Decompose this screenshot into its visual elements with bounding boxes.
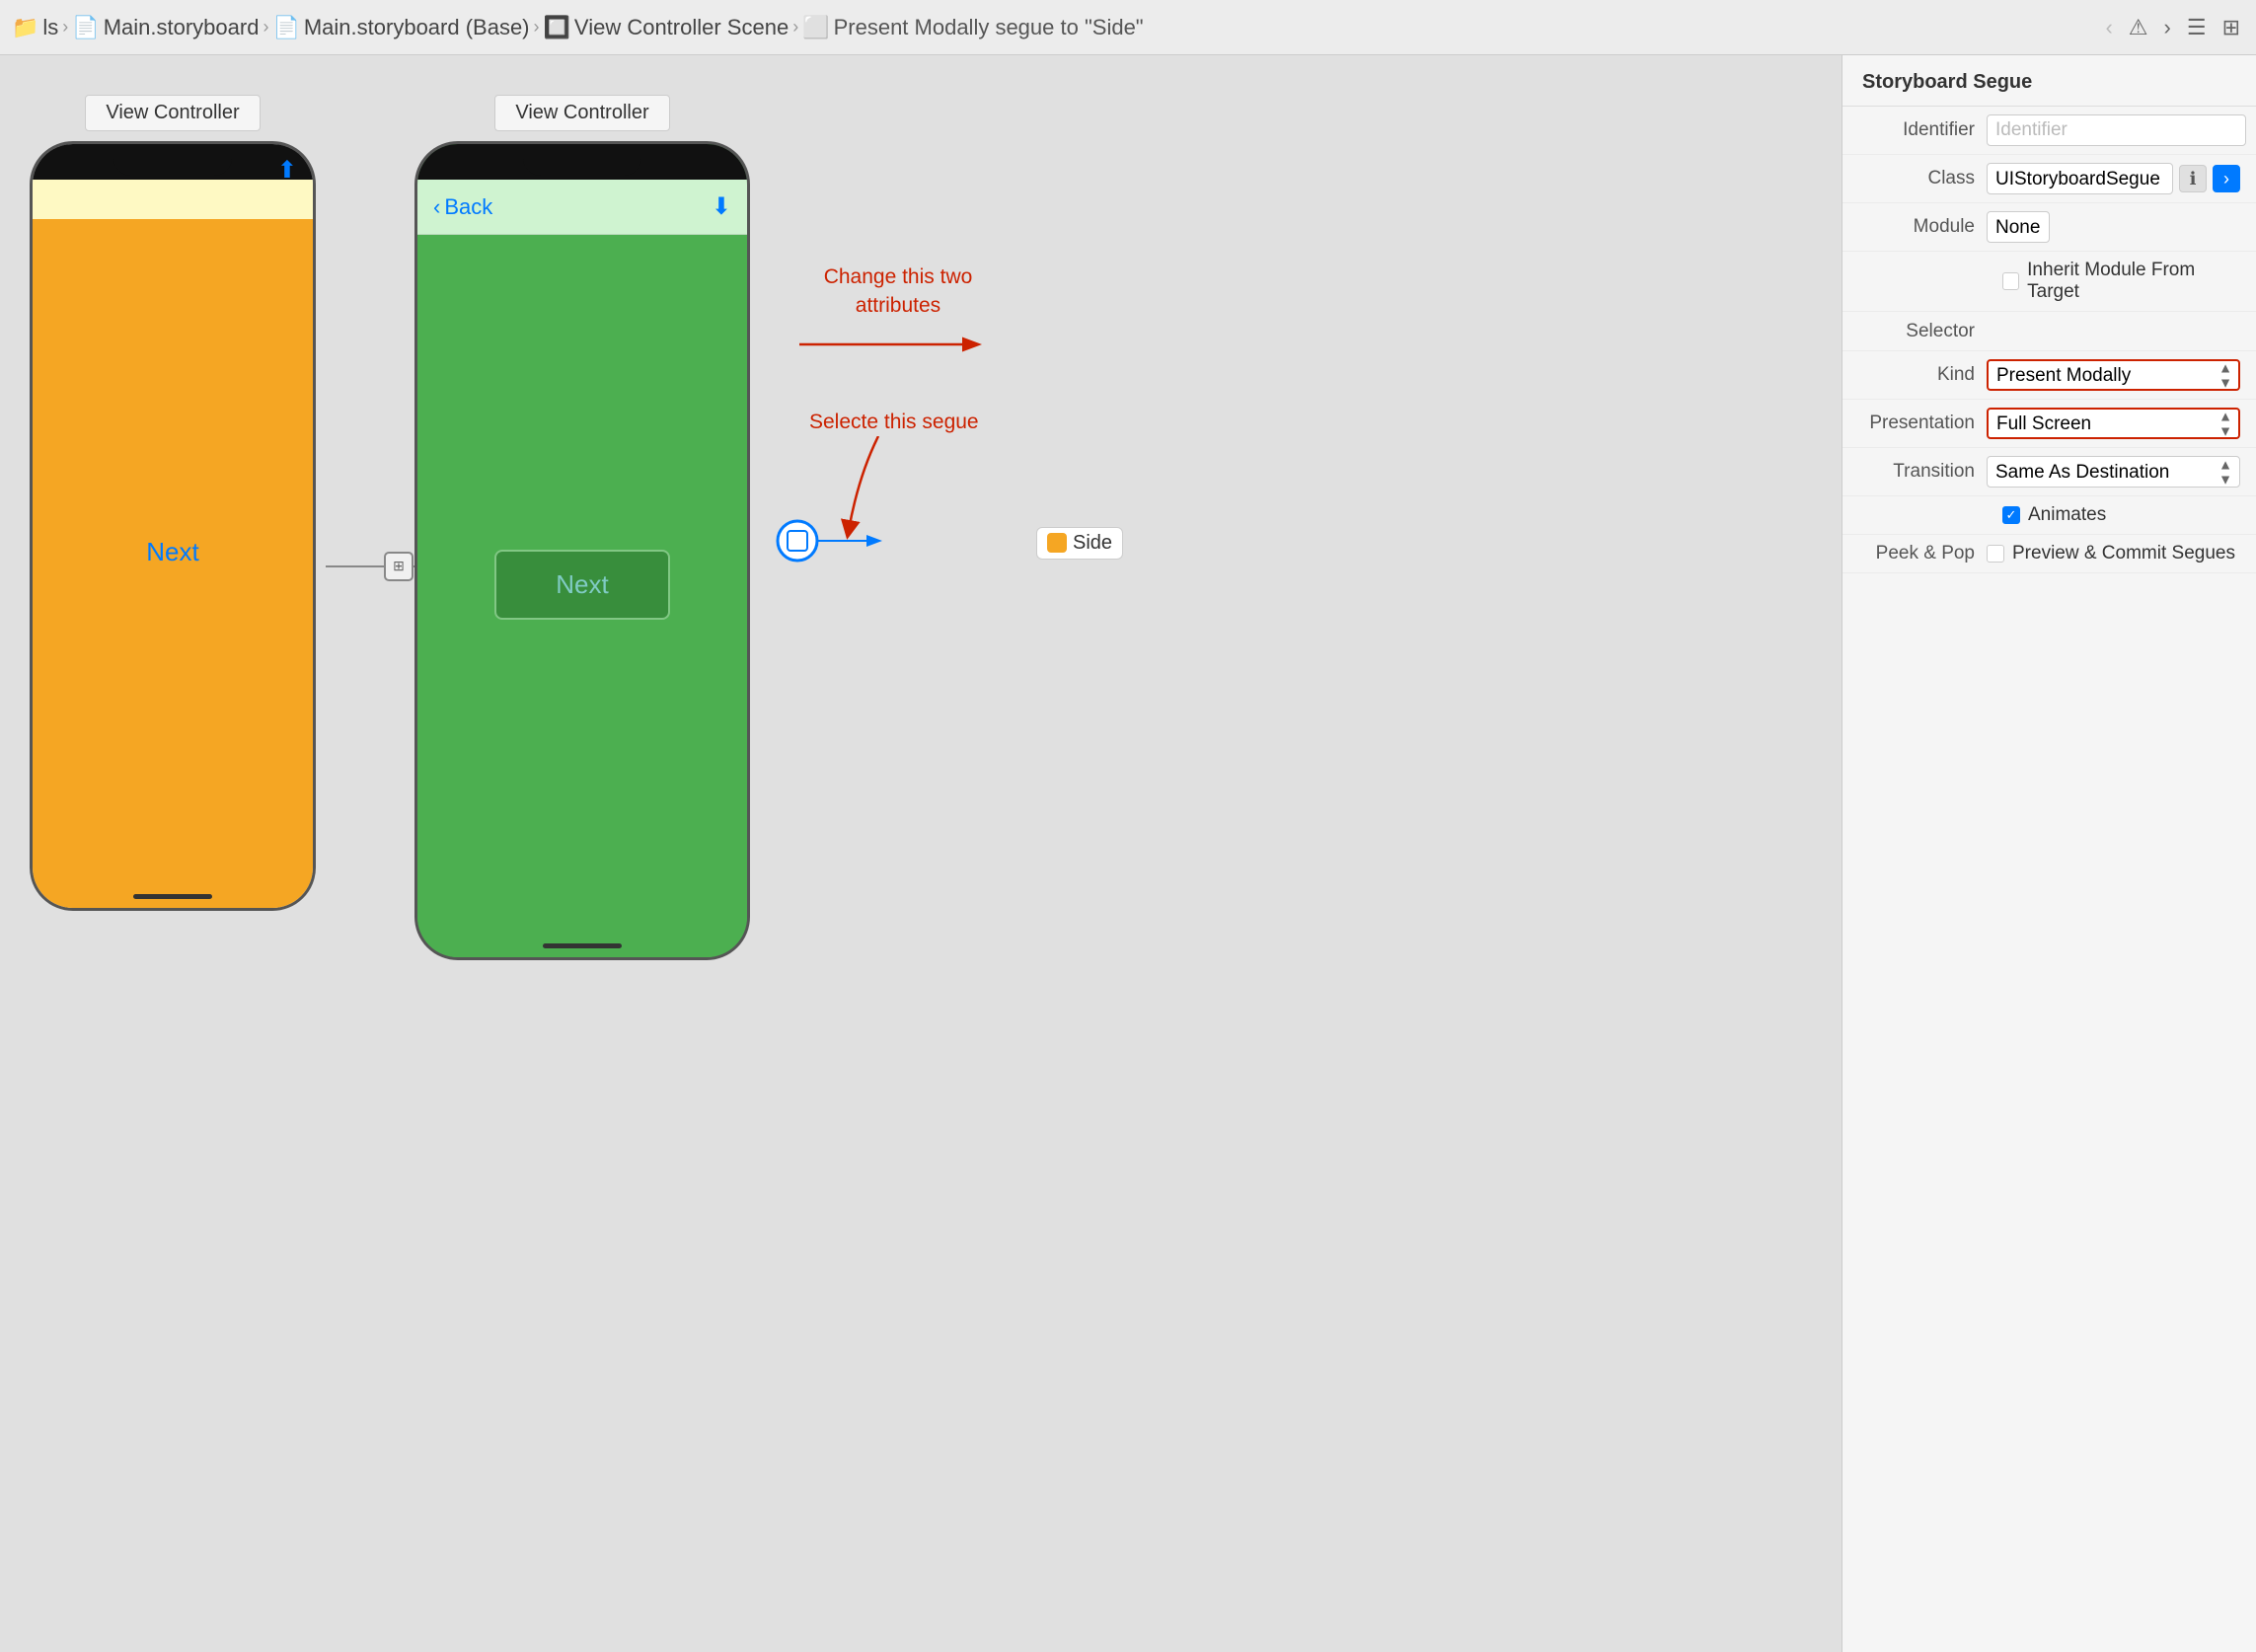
annotation-change-text: Change this twoattributes — [799, 263, 997, 321]
vc2-download-icon[interactable]: ⬇ — [712, 192, 731, 221]
vc1-nav-area: ⬆ — [33, 180, 313, 219]
transition-select[interactable]: Same As Destination — [1987, 456, 2240, 488]
class-arrow-button[interactable]: › — [2213, 165, 2240, 192]
breadcrumb-main-storyboard[interactable]: 📄 Main.storyboard — [72, 15, 259, 40]
vc1-label: View Controller — [85, 95, 260, 131]
back-nav-button[interactable]: ‹ — [2101, 11, 2116, 44]
canvas-area: View Controller ⬆ Next — [0, 55, 1842, 1652]
right-panel: Storyboard Segue Identifier Class UIStor… — [1842, 55, 2256, 1652]
presentation-row: Presentation Full Screen ▲ ▼ — [1842, 400, 2256, 448]
peek-pop-label: Peek & Pop — [1858, 543, 1987, 564]
vc2-notch — [523, 148, 641, 176]
vc2-back-button[interactable]: ‹ Back — [433, 194, 492, 220]
canvas-inner: View Controller ⬆ Next — [0, 55, 1842, 1652]
top-bar: 📁 ls › 📄 Main.storyboard › 📄 Main.storyb… — [0, 0, 2256, 55]
annotation-select: Selecte this segue — [809, 411, 979, 545]
side-badge: Side — [1036, 527, 1123, 560]
vc1-body: ⬆ Next — [33, 180, 313, 884]
top-bar-actions: ‹ ⚠ › ☰ ⊞ — [2101, 11, 2244, 44]
vc2-content: Next — [417, 235, 747, 934]
vc2-label: View Controller — [494, 95, 669, 131]
animates-row: Animates — [1842, 496, 2256, 535]
kind-row: Kind Present Modally ▲ ▼ — [1842, 351, 2256, 400]
breadcrumb-segue[interactable]: ⬜ Present Modally segue to "Side" — [802, 15, 1143, 40]
peek-pop-text: Preview & Commit Segues — [2012, 543, 2235, 564]
right-panel-title: Storyboard Segue — [1842, 55, 2256, 107]
vc1-home-line — [133, 894, 212, 899]
peek-pop-checkbox[interactable] — [1987, 545, 2004, 563]
identifier-row: Identifier — [1842, 107, 2256, 155]
class-select[interactable]: UIStoryboardSegue — [1987, 163, 2173, 194]
module-label: Module — [1858, 216, 1987, 238]
identifier-label: Identifier — [1858, 119, 1987, 141]
module-select[interactable]: None — [1987, 211, 2050, 243]
transition-row: Transition Same As Destination ▲ ▼ — [1842, 448, 2256, 496]
storyboard-base-icon: 📄 — [272, 15, 299, 40]
animates-check-area: Animates — [2002, 504, 2106, 526]
breadcrumb-ls[interactable]: 📁 ls — [12, 15, 58, 40]
selector-label: Selector — [1858, 321, 1987, 342]
vc2-mockup: ‹ Back ⬇ Next — [414, 141, 750, 960]
inherit-module-check-area: Inherit Module From Target — [2002, 260, 2240, 303]
module-select-wrap: None — [1987, 211, 2240, 243]
segue-icon-crumb: ⬜ — [802, 15, 829, 40]
side-badge-icon — [1047, 533, 1067, 553]
vc1-share-icon[interactable]: ⬆ — [277, 156, 297, 185]
vc1-mockup: ⬆ Next — [30, 141, 316, 911]
selector-row: Selector — [1842, 312, 2256, 351]
inherit-module-text: Inherit Module From Target — [2027, 260, 2240, 303]
animates-text: Animates — [2028, 504, 2106, 526]
breadcrumb-main-storyboard-base[interactable]: 📄 Main.storyboard (Base) — [272, 15, 529, 40]
vc2-home-bar — [417, 934, 747, 957]
peek-pop-row: Peek & Pop Preview & Commit Segues — [1842, 535, 2256, 573]
vc1-panel: View Controller ⬆ Next — [30, 95, 316, 911]
vc2-next-button[interactable]: Next — [494, 550, 669, 620]
identifier-input[interactable] — [1987, 114, 2246, 146]
chevron-left-icon: ‹ — [433, 194, 440, 220]
expand-button[interactable]: ⊞ — [2218, 11, 2244, 44]
annotation-change: Change this twoattributes — [799, 263, 997, 364]
vc2-body: ‹ Back ⬇ Next — [417, 180, 747, 934]
module-row: Module None — [1842, 203, 2256, 252]
forward-nav-button[interactable]: › — [2160, 11, 2175, 44]
folder-icon: 📁 — [12, 15, 38, 40]
presentation-label: Presentation — [1858, 413, 1987, 434]
class-row: Class UIStoryboardSegue ℹ › — [1842, 155, 2256, 203]
main-layout: View Controller ⬆ Next — [0, 55, 2256, 1652]
vc1-next-label: Next — [146, 537, 198, 567]
annotation-select-arrow-svg — [839, 436, 918, 545]
vc1-notch-bar — [33, 144, 313, 180]
kind-select-wrap: Present Modally ▲ ▼ — [1987, 359, 2240, 391]
vc2-notch-bar — [417, 144, 747, 180]
storyboard-icon: 📄 — [72, 15, 99, 40]
presentation-select[interactable]: Full Screen — [1987, 408, 2240, 439]
inherit-module-checkbox[interactable] — [2002, 272, 2019, 290]
inherit-module-row: Inherit Module From Target — [1842, 252, 2256, 312]
transition-label: Transition — [1858, 461, 1987, 483]
scene-icon: 🔲 — [544, 15, 570, 40]
svg-text:⊞: ⊞ — [393, 558, 405, 573]
peek-pop-content: Preview & Commit Segues — [1987, 543, 2235, 564]
transition-select-wrap: Same As Destination ▲ ▼ — [1987, 456, 2240, 488]
vc2-nav-bar: ‹ Back ⬇ — [417, 180, 747, 235]
breadcrumb: 📁 ls › 📄 Main.storyboard › 📄 Main.storyb… — [12, 15, 2095, 40]
annotation-select-text: Selecte this segue — [809, 411, 979, 434]
vc1-orange-body: Next — [33, 219, 313, 884]
kind-label: Kind — [1858, 364, 1987, 386]
presentation-select-wrap: Full Screen ▲ ▼ — [1987, 408, 2240, 439]
class-info-button[interactable]: ℹ — [2179, 165, 2207, 192]
vc1-home-bar — [33, 884, 313, 908]
vc1-notch — [113, 148, 232, 176]
annotation-arrow-svg — [799, 325, 997, 364]
class-label: Class — [1858, 168, 1987, 189]
kind-select[interactable]: Present Modally — [1987, 359, 2240, 391]
vc2-panel: View Controller ‹ Back ⬇ — [414, 95, 750, 960]
animates-checkbox[interactable] — [2002, 506, 2020, 524]
warning-button[interactable]: ⚠ — [2125, 11, 2152, 44]
class-input-row: UIStoryboardSegue ℹ › — [1987, 163, 2240, 194]
menu-button[interactable]: ☰ — [2183, 11, 2211, 44]
vc2-home-line — [543, 943, 622, 948]
breadcrumb-vc-scene[interactable]: 🔲 View Controller Scene — [544, 15, 790, 40]
